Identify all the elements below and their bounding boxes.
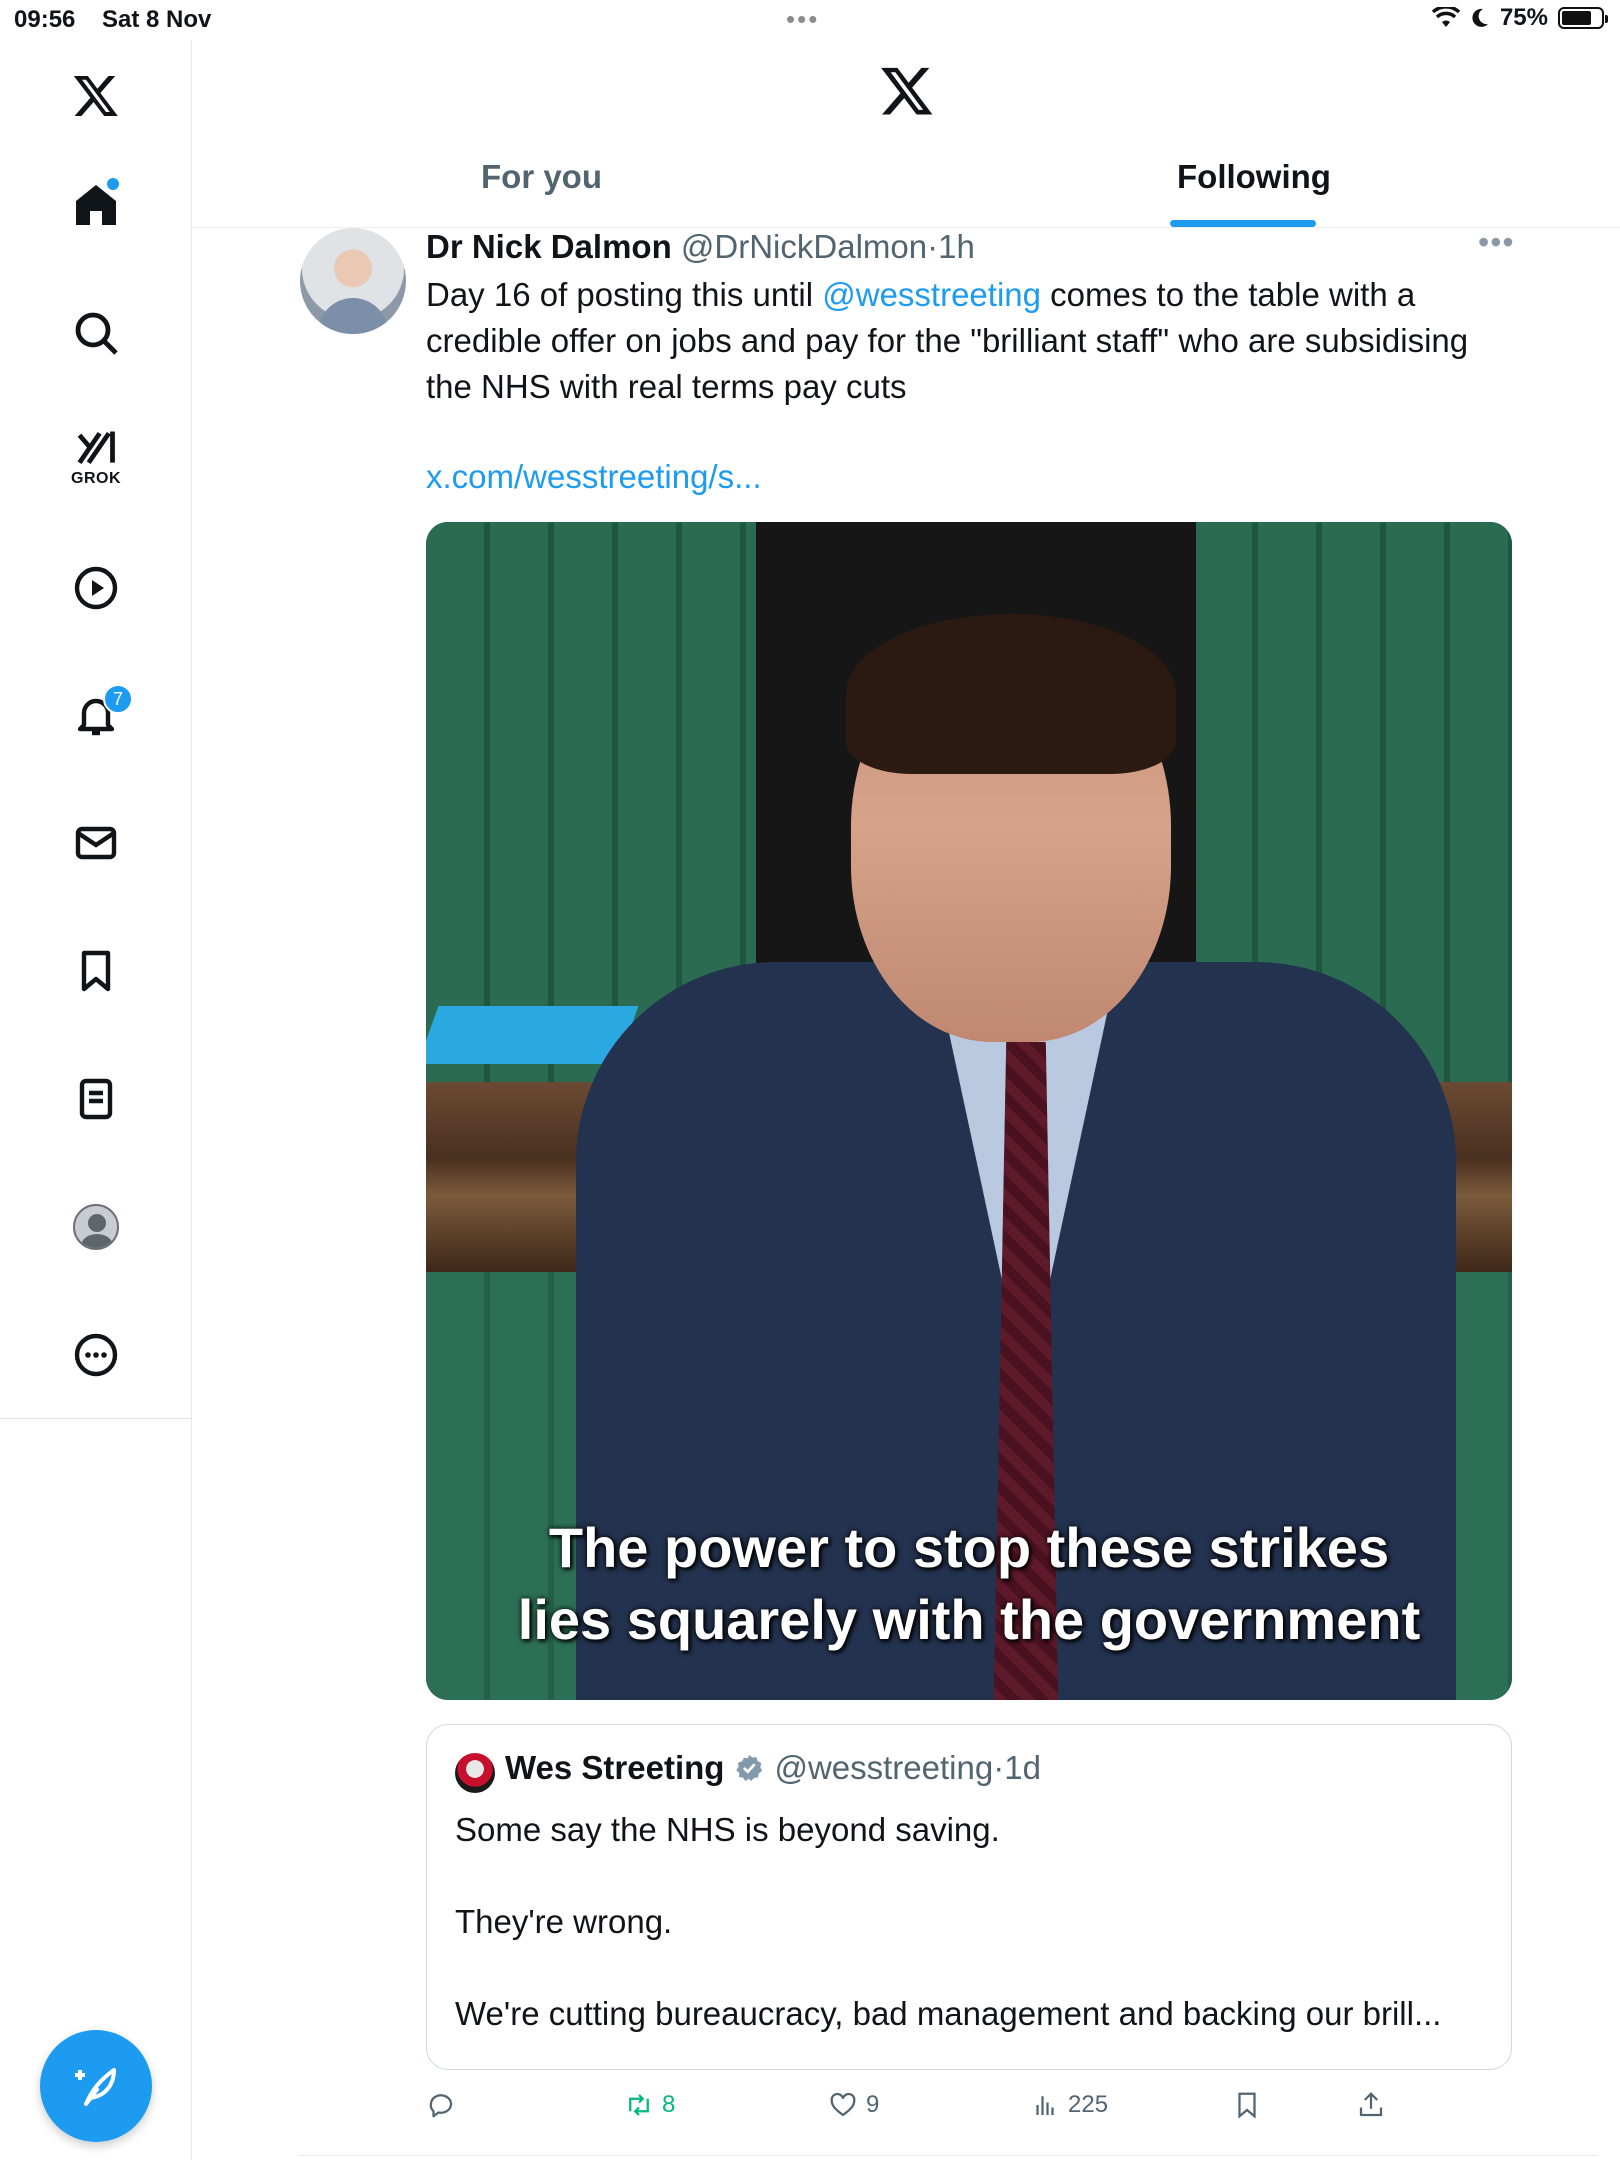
post-text: Day 16 of posting this until @wesstreeti… [426,272,1486,410]
tab-for-you[interactable]: For you [481,158,602,196]
heart-icon [830,2092,856,2117]
quoted-post-text: Some say the NHS is beyond saving. They'… [455,1811,1442,2032]
wifi-icon [1431,7,1460,27]
profile-icon[interactable] [61,1192,131,1262]
post-video[interactable]: The power to stop these strikes lies squ… [426,522,1512,1700]
share-icon [1359,2092,1383,2117]
home-icon[interactable] [61,170,131,240]
bookmark-icon [1238,2092,1256,2119]
post-actions: 8 9 225 [426,2090,1512,2140]
verified-badge-icon [736,1754,763,1782]
quoted-author-name: Wes Streeting [505,1749,725,1786]
share-button[interactable] [1356,2090,1386,2120]
post-time[interactable]: 1h [938,228,975,265]
status-bar: 09:56 Sat 8 Nov ••• 75% [0,0,1620,40]
quoted-handle-text: @wesstreeting [774,1749,994,1786]
quoted-post[interactable]: Wes Streeting @wesstreeting·1d Some say … [426,1724,1512,2070]
avatar [73,1204,119,1250]
separator-dot: · [927,228,939,265]
author-handle[interactable]: @DrNickDalmon [681,228,927,265]
repost-button[interactable]: 8 [624,2090,675,2120]
post-divider [298,2155,1598,2156]
like-button[interactable]: 9 [828,2090,879,2120]
moon-icon [1472,8,1488,27]
repost-icon [629,2094,649,2116]
views-count: 225 [1068,2091,1109,2118]
grok-icon[interactable]: GROK [61,422,131,492]
battery-percent: 75% [1499,4,1548,31]
video-caption-line-1: The power to stop these strikes [548,1516,1390,1579]
bookmark-icon[interactable] [61,936,131,1006]
bookmark-button[interactable] [1232,2090,1262,2120]
timeline-header: For you Following [193,40,1620,228]
more-icon[interactable] [61,1320,131,1390]
status-time: 09:56 [14,6,76,33]
video-speaker-hair [846,614,1176,774]
home-unread-dot [107,178,119,190]
search-icon[interactable] [61,298,131,368]
tab-following[interactable]: Following [1177,158,1331,196]
reply-button[interactable] [426,2090,464,2120]
lists-icon[interactable] [61,1064,131,1134]
post-link[interactable]: x.com/wesstreeting/s... [426,458,762,496]
notifications-badge: 7 [103,684,133,714]
views-button[interactable]: 225 [1030,2090,1108,2120]
compose-feather-icon [75,2068,116,2106]
quoted-author-avatar [455,1753,495,1793]
status-right: 75% [1431,4,1608,32]
x-logo-icon[interactable] [61,60,131,130]
sidebar: GROK 7 [0,40,192,2160]
quoted-author-handle: @wesstreeting·1d [774,1749,1040,1787]
author-name[interactable]: Dr Nick Dalmon [426,228,672,265]
like-count: 9 [866,2091,880,2118]
author-avatar[interactable] [300,228,406,334]
active-tab-indicator [1170,220,1316,227]
video-caption: The power to stop these strikes lies squ… [426,1512,1512,1656]
status-date: Sat 8 Nov [102,6,212,33]
compose-button[interactable] [40,2030,152,2142]
video-caption-line-2: lies squarely with the government [517,1588,1421,1651]
grok-label: GROK [71,470,121,487]
reply-icon [429,2094,453,2118]
multitasking-dots-icon[interactable]: ••• [786,4,819,35]
messages-icon[interactable] [61,808,131,878]
separator-dot: · [993,1749,1005,1786]
post-text-part: Day 16 of posting this until [426,276,823,313]
mention-link[interactable]: @wesstreeting [822,276,1041,313]
more-options-icon[interactable]: ••• [1478,224,1515,261]
x-logo-icon[interactable] [879,62,935,118]
repost-count: 8 [662,2091,676,2118]
post-header: Dr Nick Dalmon @DrNickDalmon·1h [426,228,975,266]
notifications-icon[interactable]: 7 [61,680,133,750]
battery-icon [1558,7,1608,29]
sidebar-divider [0,1418,192,1419]
quoted-post-time: 1d [1004,1749,1041,1786]
quoted-post-header: Wes Streeting @wesstreeting·1d [505,1749,1041,1787]
video-icon[interactable] [61,553,131,623]
views-icon [1036,2096,1054,2115]
